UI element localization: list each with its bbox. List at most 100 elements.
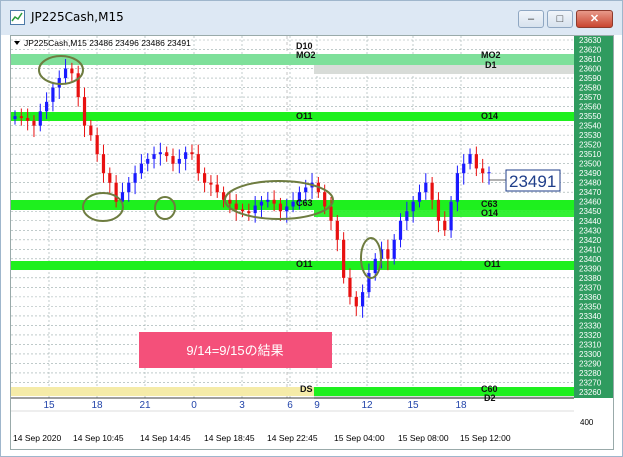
date-tick-label: 14 Sep 18:45 <box>204 433 255 443</box>
chart-app-icon <box>10 10 25 25</box>
date-tick-label: 14 Sep 14:45 <box>140 433 191 443</box>
price-tick-label: 23360 <box>579 293 602 302</box>
candle-body <box>266 199 270 202</box>
price-tick-label: 23630 <box>579 36 602 45</box>
candle-body <box>386 249 390 259</box>
price-tick-label: 23570 <box>579 93 602 102</box>
candle-body <box>449 201 453 231</box>
candle-body <box>405 211 409 221</box>
level-band-ds <box>11 387 314 396</box>
candle-body <box>291 201 295 207</box>
price-tick-label: 23330 <box>579 321 602 330</box>
close-button[interactable]: ✕ <box>576 10 613 28</box>
price-tick-label: 23430 <box>579 226 602 235</box>
candle-body <box>285 206 289 212</box>
candle-body <box>240 209 245 212</box>
maximize-button[interactable]: □ <box>547 10 573 28</box>
price-tick-label: 23540 <box>579 122 602 131</box>
candle-body <box>63 68 68 79</box>
level-label-mo2-left: MO2 <box>296 50 316 60</box>
chart-symbol-info: JP225Cash,M15 23486 23496 23486 23491 <box>24 38 191 48</box>
price-tick-label: 23620 <box>579 46 602 55</box>
candle-body <box>95 135 99 155</box>
candle-body <box>38 111 42 126</box>
title-bar[interactable]: JP225Cash,M15 – □ ✕ <box>1 1 622 35</box>
candle-body <box>329 206 333 221</box>
current-price-label: 23491 <box>509 172 556 191</box>
level-band-o14-mid <box>314 210 574 217</box>
candle-body <box>101 154 106 174</box>
price-tick-label: 23490 <box>579 169 602 178</box>
price-tick-label: 23520 <box>579 141 602 150</box>
candle-body <box>417 192 422 202</box>
price-tick-label: 23580 <box>579 84 602 93</box>
price-tick-label: 23380 <box>579 274 602 283</box>
price-tick-label: 23350 <box>579 302 602 311</box>
candle-body <box>89 125 93 136</box>
candle-body <box>335 220 339 240</box>
candle-body <box>19 116 23 119</box>
level-band-d2 <box>314 396 574 399</box>
level-label-o11-lower-right: O11 <box>484 259 501 269</box>
price-tick-label: 23320 <box>579 331 602 340</box>
maximize-icon: □ <box>556 13 564 25</box>
minimize-icon: – <box>527 13 535 25</box>
price-tick-label: 23270 <box>579 378 602 387</box>
candle-body <box>32 120 36 126</box>
price-tick-label: 23310 <box>579 340 602 349</box>
price-tick-label: 23600 <box>579 65 602 74</box>
price-tick-label: 23500 <box>579 160 602 169</box>
candle-body <box>455 173 459 202</box>
candle-body <box>57 78 61 88</box>
candle-body <box>51 87 55 102</box>
price-tick-label: 23550 <box>579 112 602 121</box>
price-tick-label: 23610 <box>579 55 602 64</box>
price-tick-label: 23340 <box>579 312 602 321</box>
candle-body <box>411 201 415 212</box>
candle-body <box>13 116 17 119</box>
price-tick-label: 23260 <box>579 388 602 397</box>
candle-body <box>82 97 87 126</box>
date-tick-label: 15 Sep 04:00 <box>334 433 385 443</box>
candle-body <box>146 158 150 164</box>
price-tick-label: 23510 <box>579 150 602 159</box>
candle-body <box>398 220 403 240</box>
price-chart[interactable]: D10 MO2 MO2 D1 O11 O14 C63 C63 O14 O11 O… <box>11 36 613 449</box>
level-label-o14-mid: O14 <box>481 208 498 218</box>
hour-tick-label: 9 <box>314 400 320 411</box>
price-tick-label: 23280 <box>579 369 602 378</box>
price-tick-label: 23530 <box>579 131 602 140</box>
close-icon: ✕ <box>589 13 600 25</box>
candle-body <box>184 152 188 159</box>
candle-body <box>424 182 428 193</box>
candle-body <box>234 203 238 210</box>
price-tick-label: 23440 <box>579 217 602 226</box>
candle-body <box>443 220 447 231</box>
candle-body <box>323 192 327 207</box>
candle-body <box>354 296 358 307</box>
level-label-d1: D1 <box>485 60 497 70</box>
candle-body <box>26 118 30 121</box>
minimize-button[interactable]: – <box>518 10 544 28</box>
candle-body <box>70 68 74 74</box>
chart-window: JP225Cash,M15 – □ ✕ D10 MO2 MO2 D1 O11 O… <box>0 0 623 457</box>
chart-frame[interactable]: D10 MO2 MO2 D1 O11 O14 C63 C63 O14 O11 O… <box>10 35 614 450</box>
candle-body <box>177 158 181 164</box>
candle-body <box>209 182 213 185</box>
price-tick-label: 23420 <box>579 236 602 245</box>
candle-body <box>462 163 466 174</box>
candle-body <box>127 182 131 193</box>
window-title: JP225Cash,M15 <box>31 10 124 24</box>
date-tick-label: 14 Sep 2020 <box>13 433 61 443</box>
price-tick-label: 23410 <box>579 245 602 254</box>
hour-tick-label: 15 <box>43 400 55 411</box>
candle-body <box>196 154 200 174</box>
candle-body <box>114 182 118 202</box>
candle-body <box>253 205 257 214</box>
level-label-o11-lower-left: O11 <box>296 259 313 269</box>
candle-body <box>247 211 251 214</box>
candle-body <box>474 154 478 169</box>
hour-tick-label: 6 <box>287 400 293 411</box>
candle-body <box>215 184 219 193</box>
result-annotation-text: 9/14=9/15の結果 <box>186 343 283 358</box>
